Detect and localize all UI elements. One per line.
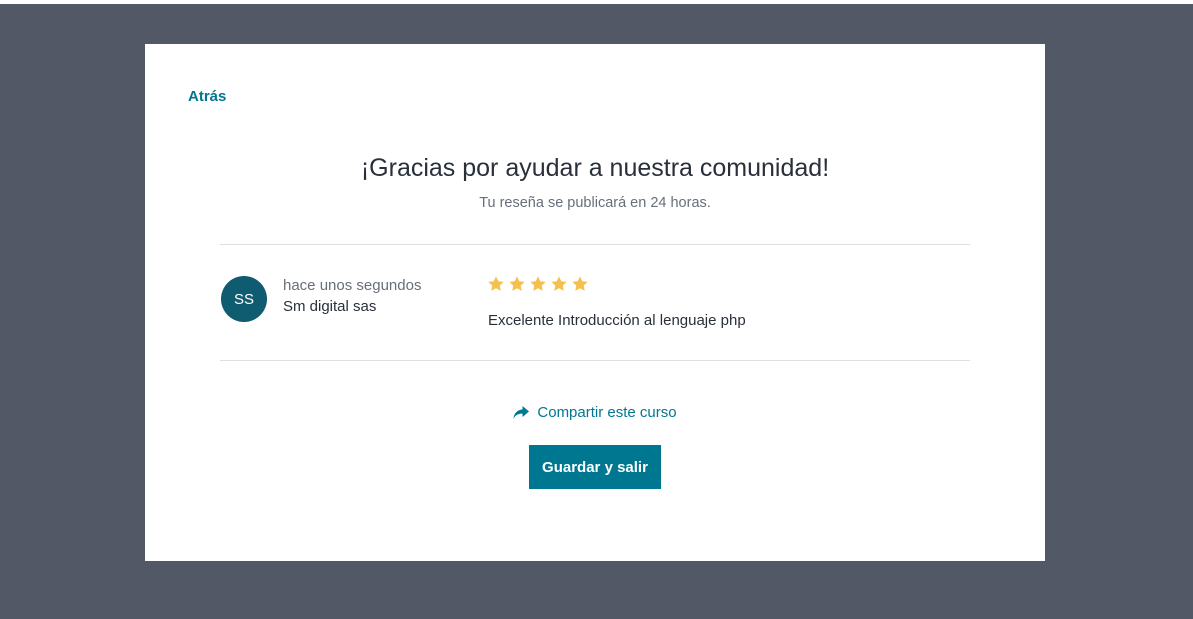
review-time: hace unos segundos [283, 277, 422, 294]
review-confirmation-modal: Atrás ¡Gracias por ayudar a nuestra comu… [145, 44, 1045, 561]
divider-top [220, 244, 970, 245]
review-author: Sm digital sas [283, 298, 377, 315]
review-text: Excelente Introducción al lenguaje php [488, 312, 746, 329]
divider-bottom [220, 360, 970, 361]
top-strip [0, 0, 1193, 4]
avatar: SS [221, 276, 267, 322]
star-icon [509, 276, 525, 291]
save-and-exit-button[interactable]: Guardar y salir [529, 445, 661, 489]
page-subtitle: Tu reseña se publicará en 24 horas. [479, 195, 711, 211]
star-icon [488, 276, 504, 291]
star-icon [572, 276, 588, 291]
share-course-link[interactable]: Compartir este curso [145, 404, 1045, 421]
back-link[interactable]: Atrás [188, 88, 226, 105]
share-course-label: Compartir este curso [537, 404, 677, 421]
star-icon [551, 276, 567, 291]
star-rating [487, 275, 589, 293]
star-icon [530, 276, 546, 291]
page-title: ¡Gracias por ayudar a nuestra comunidad! [360, 154, 830, 182]
share-arrow-icon [513, 405, 530, 419]
